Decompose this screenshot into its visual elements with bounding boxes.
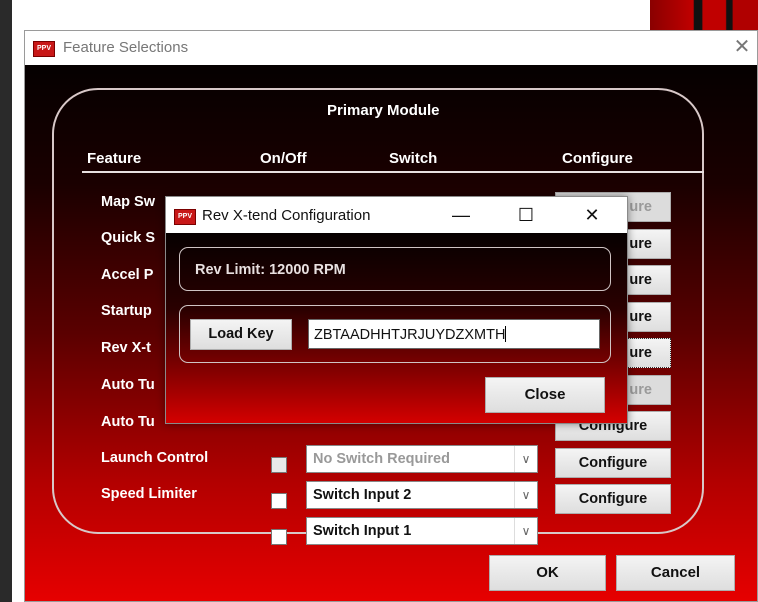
- text-caret: [505, 326, 507, 342]
- switch-select-value: Switch Input 1: [313, 523, 412, 539]
- close-icon[interactable]: ✕: [730, 35, 754, 59]
- app-icon: PPV: [33, 41, 55, 57]
- module-title: Primary Module: [327, 102, 440, 119]
- feature-toggle-checkbox[interactable]: [271, 457, 287, 473]
- configure-button-label: ure: [629, 382, 652, 398]
- configure-button-label: ure: [629, 309, 652, 325]
- desktop-background: [0, 0, 12, 602]
- switch-select[interactable]: No Switch Required ∨: [306, 445, 538, 473]
- configure-button-label: ure: [629, 272, 652, 288]
- feature-label: Map Sw: [101, 194, 155, 210]
- maximize-icon[interactable]: ☐: [506, 201, 546, 229]
- key-group: Load Key ZBTAADHHTJRJUYDZXMTH: [179, 305, 611, 363]
- feature-label: Speed Limiter: [101, 486, 197, 502]
- configure-button-label: ure: [629, 199, 652, 215]
- header-configure: Configure: [562, 150, 633, 167]
- chevron-down-icon[interactable]: ∨: [514, 518, 537, 544]
- close-button[interactable]: Close: [485, 377, 605, 413]
- launch-control-switch-select[interactable]: Switch Input 2 ∨: [306, 481, 538, 509]
- desktop-background-graphic: [650, 0, 758, 30]
- feature-label: Startup: [101, 303, 152, 319]
- cancel-button[interactable]: Cancel: [616, 555, 735, 591]
- feature-label: Auto Tu: [101, 377, 155, 393]
- dialog-client-area: Rev Limit: 12000 RPM Load Key ZBTAADHHTJ…: [166, 233, 627, 423]
- rev-limit-label: Rev Limit: 12000 RPM: [195, 262, 346, 278]
- main-titlebar: PPV Feature Selections ✕: [25, 31, 757, 65]
- feature-label: Rev X-t: [101, 340, 151, 356]
- window-title: Feature Selections: [63, 39, 189, 56]
- ok-button[interactable]: OK: [489, 555, 606, 591]
- header-on-off: On/Off: [260, 150, 307, 167]
- header-feature: Feature: [87, 150, 142, 167]
- chevron-down-icon[interactable]: ∨: [514, 446, 537, 472]
- close-icon[interactable]: ✕: [572, 201, 612, 229]
- speed-limiter-switch-select[interactable]: Switch Input 1 ∨: [306, 517, 538, 545]
- chevron-down-icon[interactable]: ∨: [514, 482, 537, 508]
- speed-limiter-checkbox[interactable]: [271, 529, 287, 545]
- header-switch: Switch: [389, 150, 438, 167]
- configure-button-label: ure: [629, 236, 652, 252]
- launch-control-checkbox[interactable]: [271, 493, 287, 509]
- header-divider: [82, 171, 704, 173]
- load-key-button[interactable]: Load Key: [190, 319, 292, 350]
- feature-label: Accel P: [101, 267, 154, 283]
- feature-label: Launch Control: [101, 450, 209, 466]
- switch-select-value: No Switch Required: [313, 451, 450, 467]
- minimize-icon[interactable]: —: [441, 201, 481, 229]
- dialog-title: Rev X-tend Configuration: [202, 207, 371, 224]
- feature-label: Quick S: [101, 230, 155, 246]
- app-icon: PPV: [174, 209, 196, 225]
- launch-control-configure-button[interactable]: Configure: [555, 448, 671, 478]
- key-input-value: ZBTAADHHTJRJUYDZXMTH: [314, 327, 506, 343]
- rev-xtend-configuration-dialog: PPV Rev X-tend Configuration — ☐ ✕ Rev L…: [165, 196, 628, 424]
- configure-button-label: ure: [629, 345, 652, 361]
- rev-limit-group: Rev Limit: 12000 RPM: [179, 247, 611, 291]
- speed-limiter-configure-button[interactable]: Configure: [555, 484, 671, 514]
- switch-select-value: Switch Input 2: [313, 487, 412, 503]
- key-input[interactable]: ZBTAADHHTJRJUYDZXMTH: [308, 319, 600, 349]
- feature-label: Auto Tu: [101, 414, 155, 430]
